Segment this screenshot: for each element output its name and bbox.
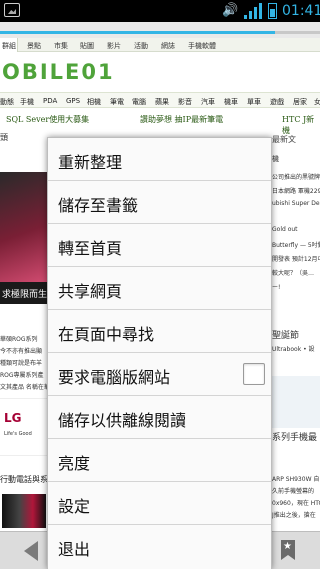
lg-tagline: Life's Good	[4, 431, 32, 437]
right-article-line[interactable]: 較大呢？（吳…	[272, 268, 320, 277]
right-article-line[interactable]: 公司推出的黑號牌	[272, 172, 320, 181]
bookmark-icon[interactable]	[281, 540, 295, 560]
category-nav: 動態 手機 PDA GPS 相機 筆電 電腦 蘋果 影音 汽車 機車 單車 遊戲…	[0, 92, 320, 108]
category-item[interactable]: 單車	[247, 97, 261, 107]
top-nav-item[interactable]: 貼圖	[80, 41, 94, 51]
category-item[interactable]: 遊戲	[270, 97, 284, 107]
status-time: 01:41	[282, 3, 320, 19]
category-item[interactable]: 手機	[20, 97, 34, 107]
left-article-line: ROG專屬系列產	[0, 372, 44, 379]
menu-item-go-home[interactable]: 轉至首頁	[48, 224, 271, 267]
back-arrow-icon[interactable]	[24, 541, 38, 561]
page-load-progress	[0, 31, 320, 34]
left-article-line: 今不亦有推出顯	[0, 348, 43, 355]
volume-icon: 🔊	[222, 3, 239, 18]
menu-item-label: 共享網頁	[58, 282, 123, 301]
headline-link[interactable]: 讚助夢想 抽IP最新筆電	[140, 114, 223, 125]
menu-item-save-offline[interactable]: 儲存以供離線閱讀	[48, 396, 271, 439]
category-item[interactable]: 動態	[0, 97, 14, 107]
right-section-title[interactable]: 聖誕節	[272, 328, 320, 341]
lg-advertisement[interactable]: LG Life's Good	[0, 398, 48, 456]
left-section-title[interactable]: 行動電話與系	[0, 474, 48, 485]
top-nav-item[interactable]: 景點	[27, 41, 41, 51]
browser-options-menu: 重新整理 儲存至書籤 轉至首頁 共享網頁 在頁面中尋找 要求電腦版網站 儲存以供…	[47, 137, 272, 569]
right-article-line[interactable]: 開發表 預計12月中	[272, 254, 320, 263]
headline-link[interactable]: SQL Sever使用大募集	[6, 114, 89, 125]
category-item[interactable]: 電腦	[132, 97, 146, 107]
menu-item-settings[interactable]: 設定	[48, 482, 271, 525]
left-corner-text: 頭	[0, 133, 8, 142]
category-item[interactable]: 居家	[293, 97, 307, 107]
desktop-site-checkbox[interactable]	[243, 363, 265, 385]
category-item[interactable]: 女	[314, 97, 320, 107]
menu-item-label: 退出	[58, 540, 91, 559]
left-article-line: 種類可說是布羊	[0, 360, 43, 367]
right-column: 最新文 機 公司推出的黑號牌 日本網路 軍機2290 ubishi Super …	[270, 130, 320, 530]
right-banner[interactable]	[270, 376, 320, 428]
top-nav-item[interactable]: 群組	[2, 41, 16, 51]
promo-caption[interactable]: 求極限而生	[0, 282, 48, 304]
category-item[interactable]: 筆電	[110, 97, 124, 107]
right-article-line: 久前手機螢幕的	[272, 488, 315, 495]
right-article-line: J推出之後，搶在	[272, 512, 316, 519]
top-nav-item[interactable]: 影片	[107, 41, 121, 51]
battery-icon	[268, 3, 277, 19]
menu-item-find-in-page[interactable]: 在頁面中尋找	[48, 310, 271, 353]
menu-item-exit[interactable]: 退出	[48, 525, 271, 568]
phone-image[interactable]	[2, 494, 46, 528]
url-bar[interactable]	[0, 22, 320, 38]
menu-item-label: 重新整理	[58, 153, 123, 172]
right-article-line[interactable]: Butterfly — 5吋對	[272, 240, 320, 249]
menu-item-share-page[interactable]: 共享網頁	[48, 267, 271, 310]
top-nav: 群組 景點 市集 貼圖 影片 活動 網誌 手機軟體	[0, 38, 320, 52]
top-nav-item[interactable]: 市集	[54, 41, 68, 51]
menu-item-refresh[interactable]: 重新整理	[48, 138, 271, 181]
status-bar: 🔊 01:41	[0, 0, 320, 22]
right-article-line[interactable]: 日本網路 軍機2290	[272, 186, 320, 195]
rog-promo-image[interactable]	[0, 172, 48, 282]
right-column-title[interactable]: 最新文	[272, 134, 296, 145]
top-nav-item[interactable]: 手機軟體	[188, 41, 216, 51]
category-item[interactable]: 汽車	[201, 97, 215, 107]
menu-item-label: 設定	[58, 497, 91, 516]
signal-icon	[244, 3, 264, 19]
right-article-line[interactable]: ubishi Super Deli	[272, 200, 320, 207]
menu-item-label: 亮度	[58, 454, 91, 473]
site-logo[interactable]: OBILE01	[2, 60, 115, 84]
left-column: 頭 求極限而生 華碩ROG系列 今不亦有推出顯 種類可說是布羊 ROG專屬系列產…	[0, 130, 48, 530]
progress-fill	[0, 31, 276, 34]
menu-item-label: 在頁面中尋找	[58, 325, 155, 344]
right-section-subtitle: Ultrabook • 設	[272, 346, 315, 353]
menu-item-save-bookmark[interactable]: 儲存至書籤	[48, 181, 271, 224]
top-nav-item[interactable]: 活動	[134, 41, 148, 51]
category-item[interactable]: GPS	[66, 97, 80, 105]
right-article-line[interactable]: ARP SH930W 自	[272, 474, 320, 483]
category-item[interactable]: PDA	[43, 97, 57, 105]
site-header: OBILE01	[0, 52, 320, 90]
right-sub-title: 機	[272, 155, 279, 163]
menu-item-brightness[interactable]: 亮度	[48, 439, 271, 482]
menu-item-label: 儲存以供離線閱讀	[58, 411, 187, 430]
top-nav-item[interactable]: 網誌	[161, 41, 175, 51]
menu-item-label: 儲存至書籤	[58, 196, 139, 215]
right-article-line[interactable]: Gold out	[272, 226, 320, 233]
menu-item-request-desktop-site[interactable]: 要求電腦版網站	[48, 353, 271, 396]
category-item[interactable]: 影音	[178, 97, 192, 107]
left-article-line: 華碩ROG系列	[0, 336, 38, 343]
left-article-line: 文其產品 名稱在華	[0, 384, 48, 391]
category-item[interactable]: 蘋果	[155, 97, 169, 107]
image-notification-icon	[4, 3, 20, 17]
lg-logo: LG	[4, 411, 22, 425]
right-article-line[interactable]: ー!	[272, 282, 320, 291]
category-item[interactable]: 相機	[87, 97, 101, 107]
headline-strip: SQL Sever使用大募集 讚助夢想 抽IP最新筆電 HTC J新機	[0, 110, 320, 135]
right-article-line: 0x960，現在 HTC	[272, 500, 320, 507]
category-item[interactable]: 機車	[224, 97, 238, 107]
menu-item-label: 要求電腦版網站	[58, 368, 171, 387]
menu-item-label: 轉至首頁	[58, 239, 123, 258]
right-section-title[interactable]: 系列手機最	[272, 430, 320, 443]
